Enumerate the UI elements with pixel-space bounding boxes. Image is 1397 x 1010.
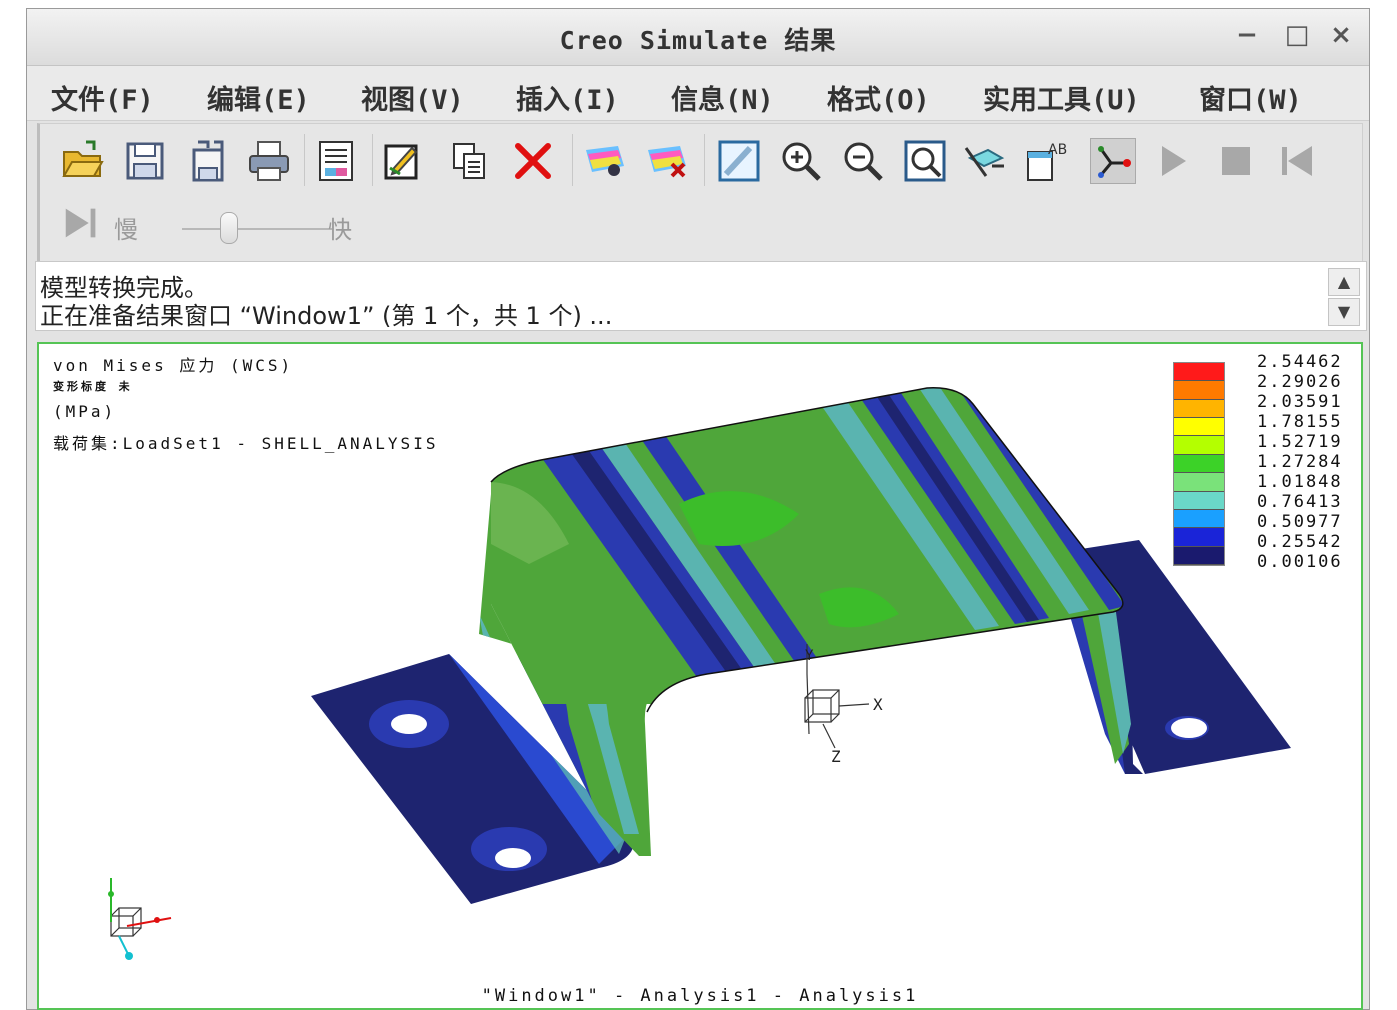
- probe-icon[interactable]: [1090, 138, 1136, 184]
- delete-icon[interactable]: [510, 138, 556, 184]
- menu-insert[interactable]: 插入(I): [516, 78, 619, 117]
- speed-slider-thumb[interactable]: [220, 212, 238, 244]
- legend-value: 0.76413: [1257, 492, 1343, 512]
- axis-y-label: Y: [805, 648, 814, 664]
- title-bar[interactable]: Creo Simulate 结果 − □ ×: [27, 9, 1369, 66]
- legend-color-band: [1174, 454, 1224, 474]
- legend-value: 0.25542: [1257, 532, 1343, 552]
- results-window: Creo Simulate 结果 − □ × 文件(F) 编辑(E) 视图(V)…: [26, 8, 1370, 1010]
- show-result-icon[interactable]: [582, 138, 628, 184]
- edit-icon[interactable]: [380, 138, 426, 184]
- global-triad-icon: [108, 878, 172, 960]
- hide-result-icon[interactable]: [644, 138, 690, 184]
- menu-window[interactable]: 窗口(W): [1199, 78, 1302, 117]
- legend-value: 2.03591: [1257, 392, 1343, 412]
- legend-color-band: [1174, 363, 1224, 382]
- legend-color-band: [1174, 399, 1224, 419]
- zoom-out-icon[interactable]: [840, 138, 886, 184]
- fast-label: 快: [328, 216, 352, 244]
- legend-value: 1.78155: [1257, 412, 1343, 432]
- legend-value: 1.01848: [1257, 472, 1343, 492]
- legend-value: 2.29026: [1257, 372, 1343, 392]
- svg-text:AB: AB: [1048, 142, 1067, 158]
- legend-value: 0.00106: [1257, 552, 1343, 572]
- menu-utilities[interactable]: 实用工具(U): [983, 78, 1140, 117]
- legend-color-band: [1174, 509, 1224, 529]
- toolbar: AB 慢 快: [37, 123, 1363, 263]
- play-icon[interactable]: [1150, 138, 1196, 184]
- message-line-2: 正在准备结果窗口 “Window1” (第 1 个，共 1 个) ...: [40, 302, 613, 330]
- menu-edit[interactable]: 编辑(E): [207, 78, 310, 117]
- rewind-icon[interactable]: [1274, 138, 1320, 184]
- toolbar-separator: [572, 134, 573, 186]
- graphics-viewport[interactable]: von Mises 应力 (WCS) 变形标度 未 (MPa) 载荷集:Load…: [37, 342, 1363, 1010]
- list-icon[interactable]: [314, 138, 360, 184]
- save-icon[interactable]: [122, 138, 168, 184]
- slow-label: 慢: [114, 216, 138, 244]
- legend-value: 0.50977: [1257, 512, 1343, 532]
- menu-view[interactable]: 视图(V): [361, 78, 464, 117]
- menu-format[interactable]: 格式(O): [827, 78, 930, 117]
- axis-x-label: X: [873, 695, 883, 714]
- toolbar-separator: [704, 134, 705, 186]
- refit-icon[interactable]: [902, 138, 948, 184]
- zoom-in-icon[interactable]: [778, 138, 824, 184]
- legend-color-band: [1174, 491, 1224, 510]
- stop-icon[interactable]: [1212, 138, 1258, 184]
- scroll-up-button[interactable]: ▲: [1328, 268, 1360, 296]
- toolbar-separator: [304, 134, 305, 186]
- copy-icon[interactable]: [446, 138, 492, 184]
- close-button[interactable]: ×: [1327, 21, 1355, 49]
- view-icon[interactable]: [716, 138, 762, 184]
- label-icon[interactable]: AB: [1024, 138, 1070, 184]
- print-icon[interactable]: [246, 138, 292, 184]
- speed-slider-track[interactable]: [182, 228, 332, 230]
- legend-color-band: [1174, 418, 1224, 437]
- message-area: 模型转换完成。 正在准备结果窗口 “Window1” (第 1 个，共 1 个)…: [35, 261, 1367, 331]
- legend-value: 2.54462: [1257, 352, 1343, 372]
- legend-color-band: [1174, 528, 1224, 547]
- legend-color-band: [1174, 473, 1224, 492]
- orient-icon[interactable]: [962, 138, 1008, 184]
- maximize-button[interactable]: □: [1283, 21, 1311, 49]
- legend-color-band: [1174, 436, 1224, 455]
- menu-bar: 文件(F) 编辑(E) 视图(V) 插入(I) 信息(N) 格式(O) 实用工具…: [27, 66, 1369, 121]
- legend-color-band: [1174, 546, 1224, 565]
- open-icon[interactable]: [60, 138, 106, 184]
- window-title: Creo Simulate 结果: [559, 26, 837, 55]
- step-forward-icon[interactable]: [60, 200, 104, 246]
- axis-z-label: Z: [831, 747, 841, 766]
- menu-info[interactable]: 信息(N): [671, 78, 774, 117]
- legend-value: 1.27284: [1257, 452, 1343, 472]
- legend-color-band: [1174, 381, 1224, 400]
- save-as-icon[interactable]: [184, 138, 230, 184]
- minimize-button[interactable]: −: [1233, 21, 1261, 49]
- menu-file[interactable]: 文件(F): [51, 78, 154, 117]
- toolbar-separator: [372, 134, 373, 186]
- window-caption: "Window1" - Analysis1 - Analysis1: [481, 986, 919, 1006]
- stress-contour-model[interactable]: Y X Z: [39, 344, 1361, 1008]
- scroll-down-button[interactable]: ▼: [1328, 298, 1360, 326]
- legend-value: 1.52719: [1257, 432, 1343, 452]
- legend: [1173, 362, 1225, 566]
